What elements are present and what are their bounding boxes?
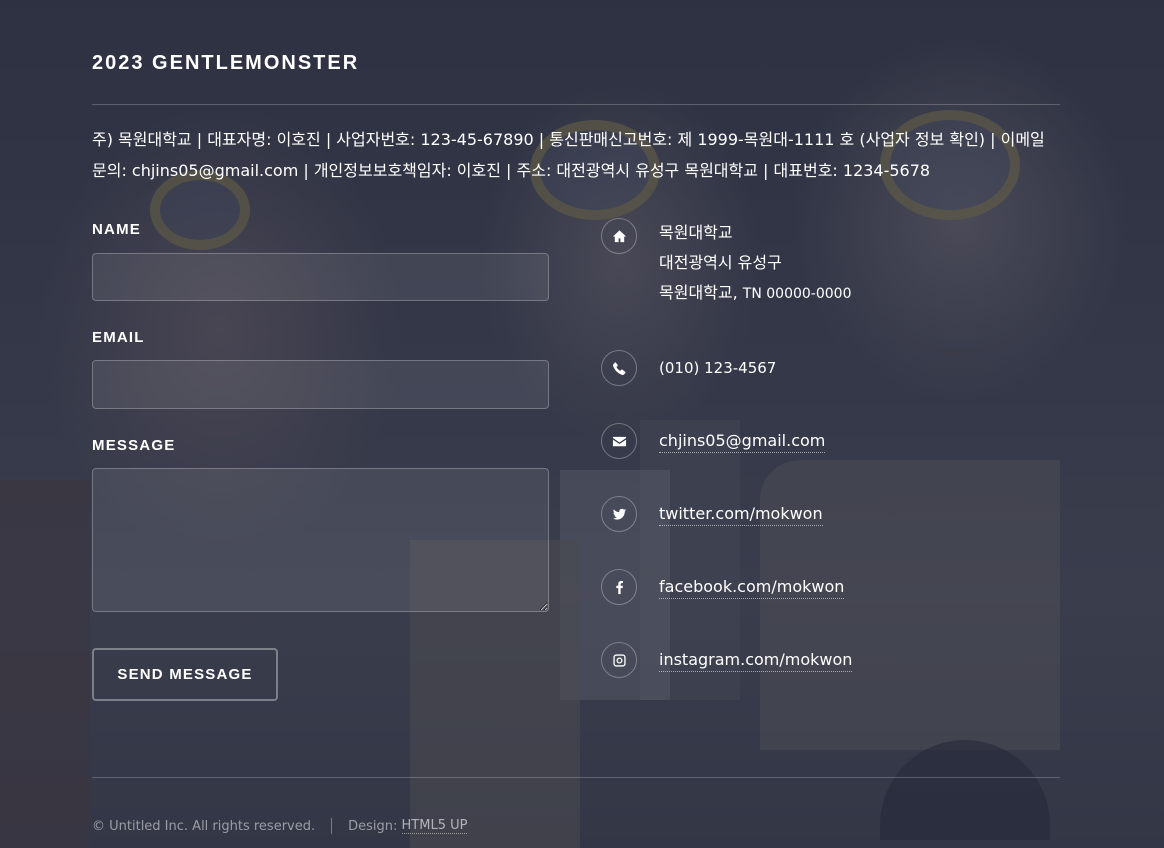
- address-zip: TN 00000-0000: [742, 286, 852, 302]
- send-message-button[interactable]: SEND MESSAGE: [92, 648, 278, 701]
- message-label: MESSAGE: [92, 437, 176, 454]
- bottom-divider: [92, 777, 1060, 778]
- address-line-3: 목원대학교, TN 00000-0000: [659, 278, 851, 309]
- design-label: Design:: [348, 818, 398, 834]
- contact-email: chjins05@gmail.com: [601, 423, 826, 459]
- facebook-link[interactable]: facebook.com/mokwon: [659, 576, 845, 599]
- address-text: 목원대학교 대전광역시 유성구 목원대학교, TN 00000-0000: [659, 218, 851, 309]
- contact-address: 목원대학교 대전광역시 유성구 목원대학교, TN 00000-0000: [601, 218, 851, 309]
- design-credit-link[interactable]: HTML5 UP: [401, 818, 468, 834]
- contact-twitter: twitter.com/mokwon: [601, 496, 823, 532]
- name-label: NAME: [92, 221, 141, 238]
- email-label: EMAIL: [92, 329, 145, 346]
- email-link[interactable]: chjins05@gmail.com: [659, 430, 826, 453]
- contact-facebook: facebook.com/mokwon: [601, 569, 845, 605]
- name-input[interactable]: [92, 253, 549, 301]
- twitter-icon: [601, 496, 637, 532]
- contact-phone: (010) 123-4567: [601, 350, 776, 386]
- top-divider: [92, 104, 1060, 105]
- footer: © Untitled Inc. All rights reserved. Des…: [92, 818, 468, 834]
- footer-separator: [331, 818, 333, 834]
- contact-instagram: instagram.com/mokwon: [601, 642, 853, 678]
- envelope-icon: [601, 423, 637, 459]
- address-line-2: 대전광역시 유성구: [659, 253, 782, 272]
- facebook-icon: [601, 569, 637, 605]
- instagram-link[interactable]: instagram.com/mokwon: [659, 649, 853, 672]
- phone-text: (010) 123-4567: [659, 359, 777, 377]
- phone-icon: [601, 350, 637, 386]
- address-line-3-name: 목원대학교,: [659, 283, 738, 302]
- address-line-1: 목원대학교: [659, 223, 733, 242]
- brand-title: 2023 GENTLEMONSTER: [92, 52, 360, 74]
- twitter-link[interactable]: twitter.com/mokwon: [659, 503, 823, 526]
- email-input[interactable]: [92, 360, 549, 409]
- copyright-text: © Untitled Inc. All rights reserved.: [92, 818, 316, 834]
- company-info: 주) 목원대학교 | 대표자명: 이호진 | 사업자번호: 123-45-678…: [92, 130, 1045, 180]
- instagram-icon: [601, 642, 637, 678]
- home-icon: [601, 218, 637, 254]
- message-textarea[interactable]: [92, 468, 549, 612]
